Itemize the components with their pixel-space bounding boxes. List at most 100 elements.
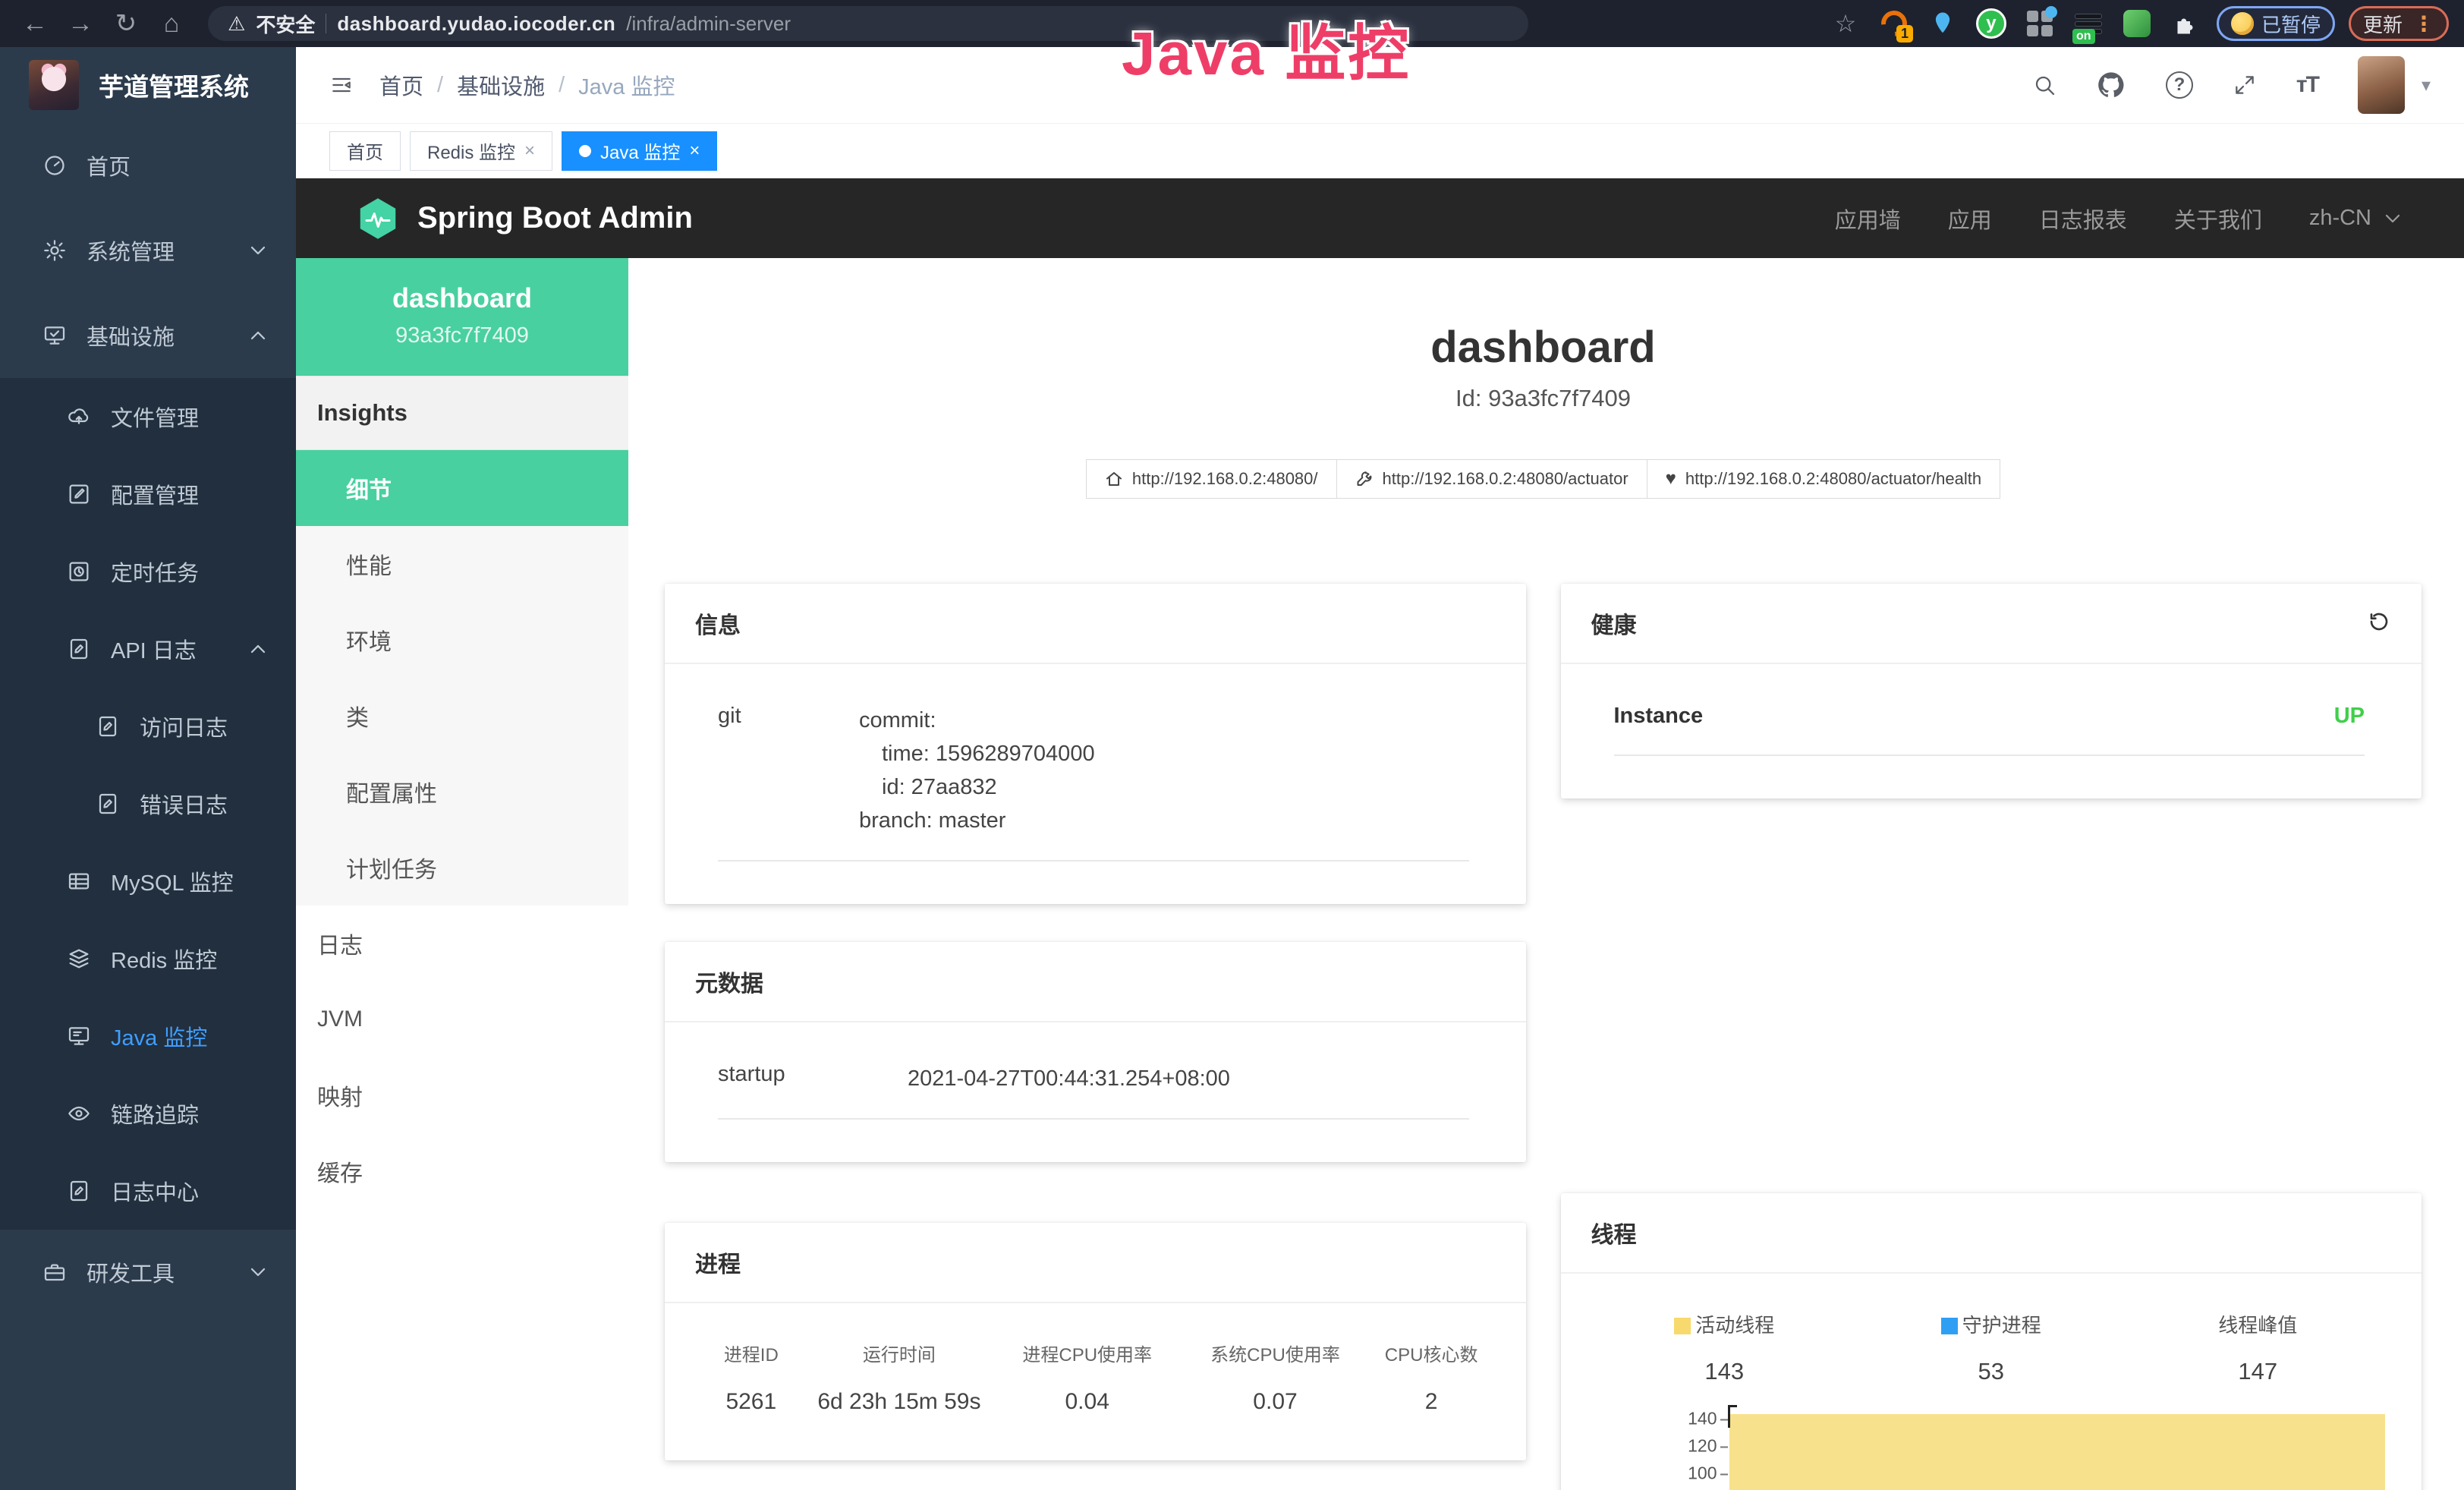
tab-redis-monitor[interactable]: Redis 监控 × (410, 131, 552, 171)
sidebar-item-redis-monitor[interactable]: Redis 监控 (0, 920, 296, 997)
sba-nav-applications[interactable]: 应用 (1948, 203, 1992, 235)
sidebar-item-config-manage[interactable]: 配置管理 (0, 455, 296, 533)
sidebar-item-error-log[interactable]: 错误日志 (0, 765, 296, 843)
fullscreen-icon[interactable] (2233, 73, 2257, 97)
actuator-url-button[interactable]: http://192.168.0.2:48080/actuator (1336, 459, 1647, 499)
sidebar-fold-icon[interactable] (329, 73, 354, 97)
extension-pin-icon[interactable] (1925, 6, 1960, 41)
chevron-up-icon (246, 637, 270, 661)
chrome-update-button[interactable]: 更新 ⋮ (2349, 6, 2449, 41)
sidebar-item-access-log[interactable]: 访问日志 (0, 688, 296, 765)
sidebar-item-system[interactable]: 系统管理 (0, 208, 296, 293)
search-icon[interactable] (2032, 73, 2056, 97)
admin-sidebar: 芋道管理系统 首页 系统管理 基础设施 文件管理 (0, 47, 296, 1490)
close-icon[interactable]: × (524, 140, 535, 162)
extension-leaf-icon[interactable] (2119, 6, 2154, 41)
extension-grid-icon[interactable] (2022, 6, 2057, 41)
sba-side-item-environment[interactable]: 环境 (296, 602, 628, 678)
sidebar-item-api-log[interactable]: API 日志 (0, 610, 296, 688)
sba-main-content: dashboard Id: 93a3fc7f7409 http://192.16… (628, 258, 2464, 1490)
browser-reload-icon[interactable]: ↻ (106, 4, 146, 43)
layers-icon (67, 947, 91, 971)
chart-axis-line (1728, 1405, 1737, 1428)
sba-side-item-details[interactable]: 细节 (296, 450, 628, 526)
help-icon[interactable]: ? (2166, 71, 2193, 99)
health-history-icon[interactable] (2367, 610, 2391, 638)
info-row-git: git commit: time: 1596289704000 id: 27aa… (718, 704, 1469, 862)
breadcrumb-infra[interactable]: 基础设施 (457, 69, 545, 101)
service-url-button[interactable]: http://192.168.0.2:48080/ (1086, 459, 1337, 499)
breadcrumb-home[interactable]: 首页 (379, 69, 423, 101)
dashboard-icon (42, 153, 67, 178)
extension-list-icon[interactable]: on (2071, 6, 2106, 41)
sidebar-item-file-manage[interactable]: 文件管理 (0, 378, 296, 455)
avatar-caret-down-icon[interactable]: ▾ (2422, 74, 2431, 96)
url-host[interactable]: dashboard.yudao.iocoder.cn (337, 12, 615, 36)
sidebar-item-scheduled-jobs[interactable]: 定时任务 (0, 533, 296, 610)
instance-links: http://192.168.0.2:48080/ http://192.168… (665, 459, 2422, 499)
font-size-icon[interactable]: ᴛT (2296, 72, 2318, 98)
extension-orange-icon[interactable]: 1 (1877, 6, 1912, 41)
sidebar-item-home[interactable]: 首页 (0, 123, 296, 208)
process-header-row: 进程ID 运行时间 进程CPU使用率 系统CPU使用率 CPU核心数 (695, 1340, 1496, 1389)
sba-side-item-caches[interactable]: 缓存 (296, 1133, 628, 1209)
close-icon[interactable]: × (689, 140, 700, 162)
active-tab-dot (579, 145, 591, 157)
chevron-down-icon (246, 238, 270, 263)
health-instance-row[interactable]: Instance UP (1614, 704, 2365, 756)
sidebar-item-tracing[interactable]: 链路追踪 (0, 1075, 296, 1152)
home-icon (1105, 470, 1123, 488)
sba-side-item-logs[interactable]: 日志 (296, 906, 628, 981)
sba-side-item-config-props[interactable]: 配置属性 (296, 754, 628, 830)
timer-task-icon (67, 559, 91, 584)
sidebar-item-dev-tools[interactable]: 研发工具 (0, 1230, 296, 1315)
browser-forward-icon[interactable]: → (61, 4, 100, 43)
edit-square-icon (67, 482, 91, 506)
instance-header[interactable]: dashboard 93a3fc7f7409 (296, 258, 628, 376)
threads-legend: 活动线程 143 守护进程 53 线程峰值 14 (1591, 1310, 2392, 1385)
java-monitor-icon (67, 1024, 91, 1048)
tab-java-monitor[interactable]: Java 监控 × (562, 131, 717, 171)
sba-side-item-jvm[interactable]: JVM (296, 981, 628, 1057)
instance-id-line: Id: 93a3fc7f7409 (665, 385, 2422, 412)
peak-threads-value: 147 (2125, 1358, 2392, 1385)
breadcrumb-current: Java 监控 (578, 69, 675, 101)
info-value: commit: time: 1596289704000 id: 27aa832 … (859, 704, 1095, 837)
extension-y-icon[interactable]: y (1974, 6, 2009, 41)
sba-side-item-scheduled-tasks[interactable]: 计划任务 (296, 830, 628, 906)
sidebar-item-infra[interactable]: 基础设施 (0, 293, 296, 378)
extensions-row: ☆ 1 y on 已暂停 更新 ⋮ (1828, 6, 2449, 41)
sba-brand[interactable]: Spring Boot Admin (355, 196, 693, 241)
sidebar-item-log-center[interactable]: 日志中心 (0, 1152, 296, 1230)
process-pid: 5261 (695, 1389, 807, 1415)
security-label[interactable]: 不安全 (256, 10, 315, 38)
sba-locale-select[interactable]: zh-CN (2309, 206, 2405, 231)
extensions-puzzle-icon[interactable] (2168, 6, 2203, 41)
browser-menu-kebab-icon[interactable]: ⋮ (2413, 11, 2434, 36)
bookmark-star-icon[interactable]: ☆ (1828, 6, 1863, 41)
health-url-button[interactable]: ♥ http://192.168.0.2:48080/actuator/heal… (1647, 459, 2000, 499)
sba-nav-wallboard[interactable]: 应用墙 (1835, 203, 1901, 235)
sidebar-item-mysql-monitor[interactable]: MySQL 监控 (0, 843, 296, 920)
sba-nav-journal[interactable]: 日志报表 (2039, 203, 2127, 235)
sba-side-item-mappings[interactable]: 映射 (296, 1057, 628, 1133)
sba-nav-about[interactable]: 关于我们 (2174, 203, 2262, 235)
sba-side-item-classes[interactable]: 类 (296, 678, 628, 754)
browser-home-icon[interactable]: ⌂ (152, 4, 191, 43)
url-path[interactable]: /infra/admin-server (626, 12, 791, 36)
tab-home[interactable]: 首页 (329, 131, 401, 171)
legend-peak-threads: 线程峰值 147 (2125, 1310, 2392, 1385)
browser-back-icon[interactable]: ← (15, 4, 55, 43)
github-icon[interactable] (2096, 70, 2126, 100)
page-title: dashboard (665, 322, 2422, 373)
sba-side-item-metrics[interactable]: 性能 (296, 526, 628, 602)
user-avatar[interactable] (2358, 56, 2405, 114)
wrench-icon (1355, 470, 1374, 488)
metadata-card-title: 元数据 (695, 965, 763, 998)
process-card: 进程 进程ID 运行时间 进程CPU使用率 系统CPU使用率 (665, 1223, 1526, 1460)
sidebar-item-java-monitor[interactable]: Java 监控 (0, 997, 296, 1075)
log-document-icon (67, 637, 91, 661)
health-key: Instance (1614, 704, 1704, 729)
app-logo-row[interactable]: 芋道管理系统 (0, 47, 296, 123)
profile-paused-chip[interactable]: 已暂停 (2217, 6, 2335, 41)
